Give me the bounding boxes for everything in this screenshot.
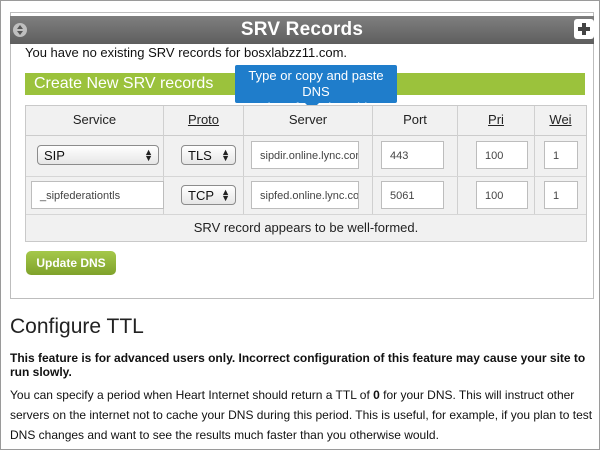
header-port: Port: [403, 112, 427, 127]
ttl-value: 0: [373, 388, 380, 402]
updown-arrows-icon: ▲ ▼: [221, 147, 230, 163]
proto-select-value: TCP: [188, 188, 214, 203]
table-row: _sipfederationtls TCP ▲ ▼ sipfed.online.l…: [26, 177, 586, 215]
ttl-section-title: Configure TTL: [10, 315, 144, 338]
ttl-description: You can specify a period when Heart Inte…: [10, 385, 595, 445]
port-input[interactable]: 443: [381, 141, 444, 169]
proto-select[interactable]: TCP ▲ ▼: [181, 185, 236, 205]
header-server: Server: [288, 112, 328, 127]
header-proto[interactable]: Proto: [164, 112, 243, 127]
update-dns-button[interactable]: Update DNS: [26, 251, 116, 275]
table-header: Service Proto Server Port Pri Wei: [26, 106, 586, 136]
validation-message: SRV record appears to be well-formed.: [193, 220, 419, 235]
priority-input[interactable]: 100: [476, 141, 528, 169]
server-input[interactable]: sipfed.online.lync.co: [251, 181, 359, 209]
proto-select-value: TLS: [188, 148, 212, 163]
priority-input[interactable]: 100: [476, 181, 528, 209]
service-select[interactable]: SIP ▲ ▼: [37, 145, 159, 165]
srv-header: SRV Records: [10, 16, 594, 44]
ttl-warning: This feature is for advanced users only.…: [10, 351, 586, 379]
ttl-description-start: You can specify a period when Heart Inte…: [10, 388, 374, 402]
service-select-value: SIP: [44, 148, 65, 163]
plus-icon[interactable]: [574, 19, 594, 39]
create-srv-title: Create New SRV records: [34, 75, 214, 92]
header-wei[interactable]: Wei: [535, 112, 586, 127]
tooltip-line-1: Type or copy and paste DNS: [248, 68, 384, 99]
service-input[interactable]: _sipfederationtls: [31, 181, 164, 209]
header-pri[interactable]: Pri: [458, 112, 534, 127]
header-service: Service: [72, 112, 117, 127]
port-input[interactable]: 5061: [381, 181, 444, 209]
server-input[interactable]: sipdir.online.lync.cor: [251, 141, 359, 169]
updown-arrows-icon: ▲ ▼: [144, 147, 153, 163]
dns-tooltip: Type or copy and paste DNS values from t…: [235, 65, 397, 115]
no-records-message: You have no existing SRV records for bos…: [25, 45, 348, 60]
srv-table: Service Proto Server Port Pri Wei SIP ▲ ▼…: [25, 105, 587, 242]
weight-input[interactable]: 1: [544, 181, 578, 209]
proto-select[interactable]: TLS ▲ ▼: [181, 145, 236, 165]
srv-header-title: SRV Records: [240, 19, 364, 40]
weight-input[interactable]: 1: [544, 141, 578, 169]
updown-arrows-icon: ▲ ▼: [221, 187, 230, 203]
table-row: SIP ▲ ▼ TLS ▲ ▼ sipdir.online.lync.cor 443…: [26, 136, 586, 177]
